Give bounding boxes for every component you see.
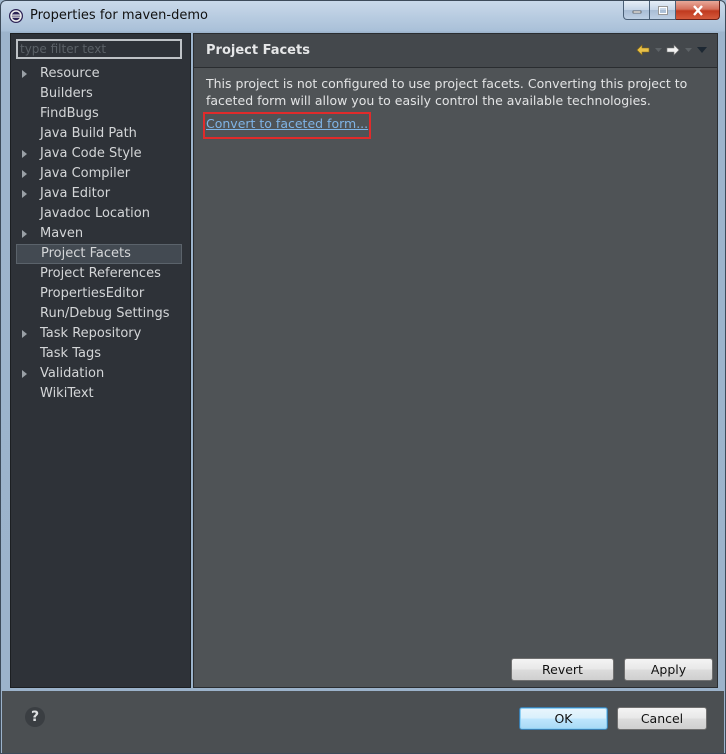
maximize-button[interactable] bbox=[650, 1, 676, 20]
maximize-icon bbox=[657, 5, 668, 15]
revert-button[interactable]: Revert bbox=[511, 658, 614, 681]
tree-item-label: Task Tags bbox=[40, 346, 101, 361]
tree-item[interactable]: Validation bbox=[16, 364, 182, 384]
forward-history-dropdown[interactable] bbox=[683, 42, 693, 58]
title-bar: Properties for maven-demo bbox=[1, 1, 725, 31]
expand-arrow-icon[interactable] bbox=[22, 330, 27, 338]
tree-item[interactable]: Project References bbox=[16, 264, 182, 284]
cancel-button[interactable]: Cancel bbox=[617, 707, 707, 730]
forward-button[interactable] bbox=[665, 42, 681, 58]
tree-item[interactable]: FindBugs bbox=[16, 104, 182, 124]
tree-item-label: Run/Debug Settings bbox=[40, 306, 170, 321]
dialog-footer bbox=[2, 691, 724, 753]
expand-arrow-icon[interactable] bbox=[22, 190, 27, 198]
chevron-down-icon bbox=[684, 48, 692, 52]
category-tree-panel: Resource Builders FindBugs Java Build Path J… bbox=[10, 33, 191, 688]
tree-item[interactable]: Javadoc Location bbox=[16, 204, 182, 224]
expand-arrow-icon[interactable] bbox=[22, 370, 27, 378]
tree-item-label: PropertiesEditor bbox=[40, 286, 145, 301]
tree-item-label: Java Build Path bbox=[40, 126, 137, 141]
tree-item-label: Java Editor bbox=[40, 186, 111, 201]
minimize-icon bbox=[632, 10, 641, 14]
tree-item[interactable]: Task Tags bbox=[16, 344, 182, 364]
back-history-dropdown[interactable] bbox=[653, 42, 663, 58]
tree-item-label: Java Compiler bbox=[40, 166, 131, 181]
forward-arrow-icon bbox=[666, 44, 680, 56]
tree-item[interactable]: Project Facets bbox=[16, 244, 182, 264]
tree-item[interactable]: Java Editor bbox=[16, 184, 182, 204]
apply-button[interactable]: Apply bbox=[624, 658, 713, 681]
close-icon bbox=[692, 4, 703, 16]
tree-item-label: Java Code Style bbox=[40, 146, 142, 161]
page-navigation bbox=[635, 42, 709, 58]
tree-item[interactable]: Task Repository bbox=[16, 324, 182, 344]
tree-item-label: Resource bbox=[40, 66, 100, 81]
caption-buttons bbox=[623, 1, 720, 21]
tree-item[interactable]: PropertiesEditor bbox=[16, 284, 182, 304]
properties-dialog: Properties for maven-demo Resource Builde… bbox=[0, 0, 726, 754]
tree-item[interactable]: Run/Debug Settings bbox=[16, 304, 182, 324]
expand-arrow-icon[interactable] bbox=[22, 230, 27, 238]
minimize-button[interactable] bbox=[623, 1, 650, 20]
page-header: Project Facets bbox=[194, 34, 717, 68]
facets-description: This project is not configured to use pr… bbox=[206, 76, 688, 108]
tree-item[interactable]: Java Code Style bbox=[16, 144, 182, 164]
expand-arrow-icon[interactable] bbox=[22, 70, 27, 78]
eclipse-app-icon bbox=[9, 9, 23, 23]
tree-item[interactable]: Java Compiler bbox=[16, 164, 182, 184]
tree-item-label: Maven bbox=[40, 226, 84, 241]
tree-item[interactable]: Builders bbox=[16, 84, 182, 104]
expand-arrow-icon[interactable] bbox=[22, 150, 27, 158]
tree-item-label: Builders bbox=[40, 86, 93, 101]
convert-to-faceted-form-link[interactable]: Convert to faceted form... bbox=[206, 116, 368, 131]
back-button[interactable] bbox=[635, 42, 651, 58]
close-button[interactable] bbox=[676, 1, 720, 20]
tree-item[interactable]: Maven bbox=[16, 224, 182, 244]
window-title: Properties for maven-demo bbox=[30, 8, 208, 23]
category-tree: Resource Builders FindBugs Java Build Path J… bbox=[16, 64, 182, 404]
help-icon[interactable]: ? bbox=[25, 707, 45, 727]
tree-item[interactable]: Java Build Path bbox=[16, 124, 182, 144]
tree-item-label: Javadoc Location bbox=[40, 206, 150, 221]
view-menu-button[interactable] bbox=[695, 42, 709, 58]
filter-input[interactable] bbox=[16, 39, 182, 59]
property-page-panel: Project Facets This project is not confi… bbox=[193, 33, 718, 688]
tree-item-label: Task Repository bbox=[40, 326, 142, 341]
tree-item-label: WikiText bbox=[40, 386, 94, 401]
view-menu-icon bbox=[697, 47, 707, 53]
tree-item-label: Validation bbox=[40, 366, 105, 381]
expand-arrow-icon[interactable] bbox=[22, 170, 27, 178]
back-arrow-icon bbox=[636, 44, 650, 56]
ok-button[interactable]: OK bbox=[519, 707, 608, 730]
tree-item[interactable]: WikiText bbox=[16, 384, 182, 404]
tree-item-label: Project Facets bbox=[41, 246, 131, 261]
tree-item-label: FindBugs bbox=[40, 106, 99, 121]
page-title: Project Facets bbox=[206, 43, 310, 58]
tree-item[interactable]: Resource bbox=[16, 64, 182, 84]
chevron-down-icon bbox=[654, 48, 662, 52]
tree-item-label: Project References bbox=[40, 266, 161, 281]
